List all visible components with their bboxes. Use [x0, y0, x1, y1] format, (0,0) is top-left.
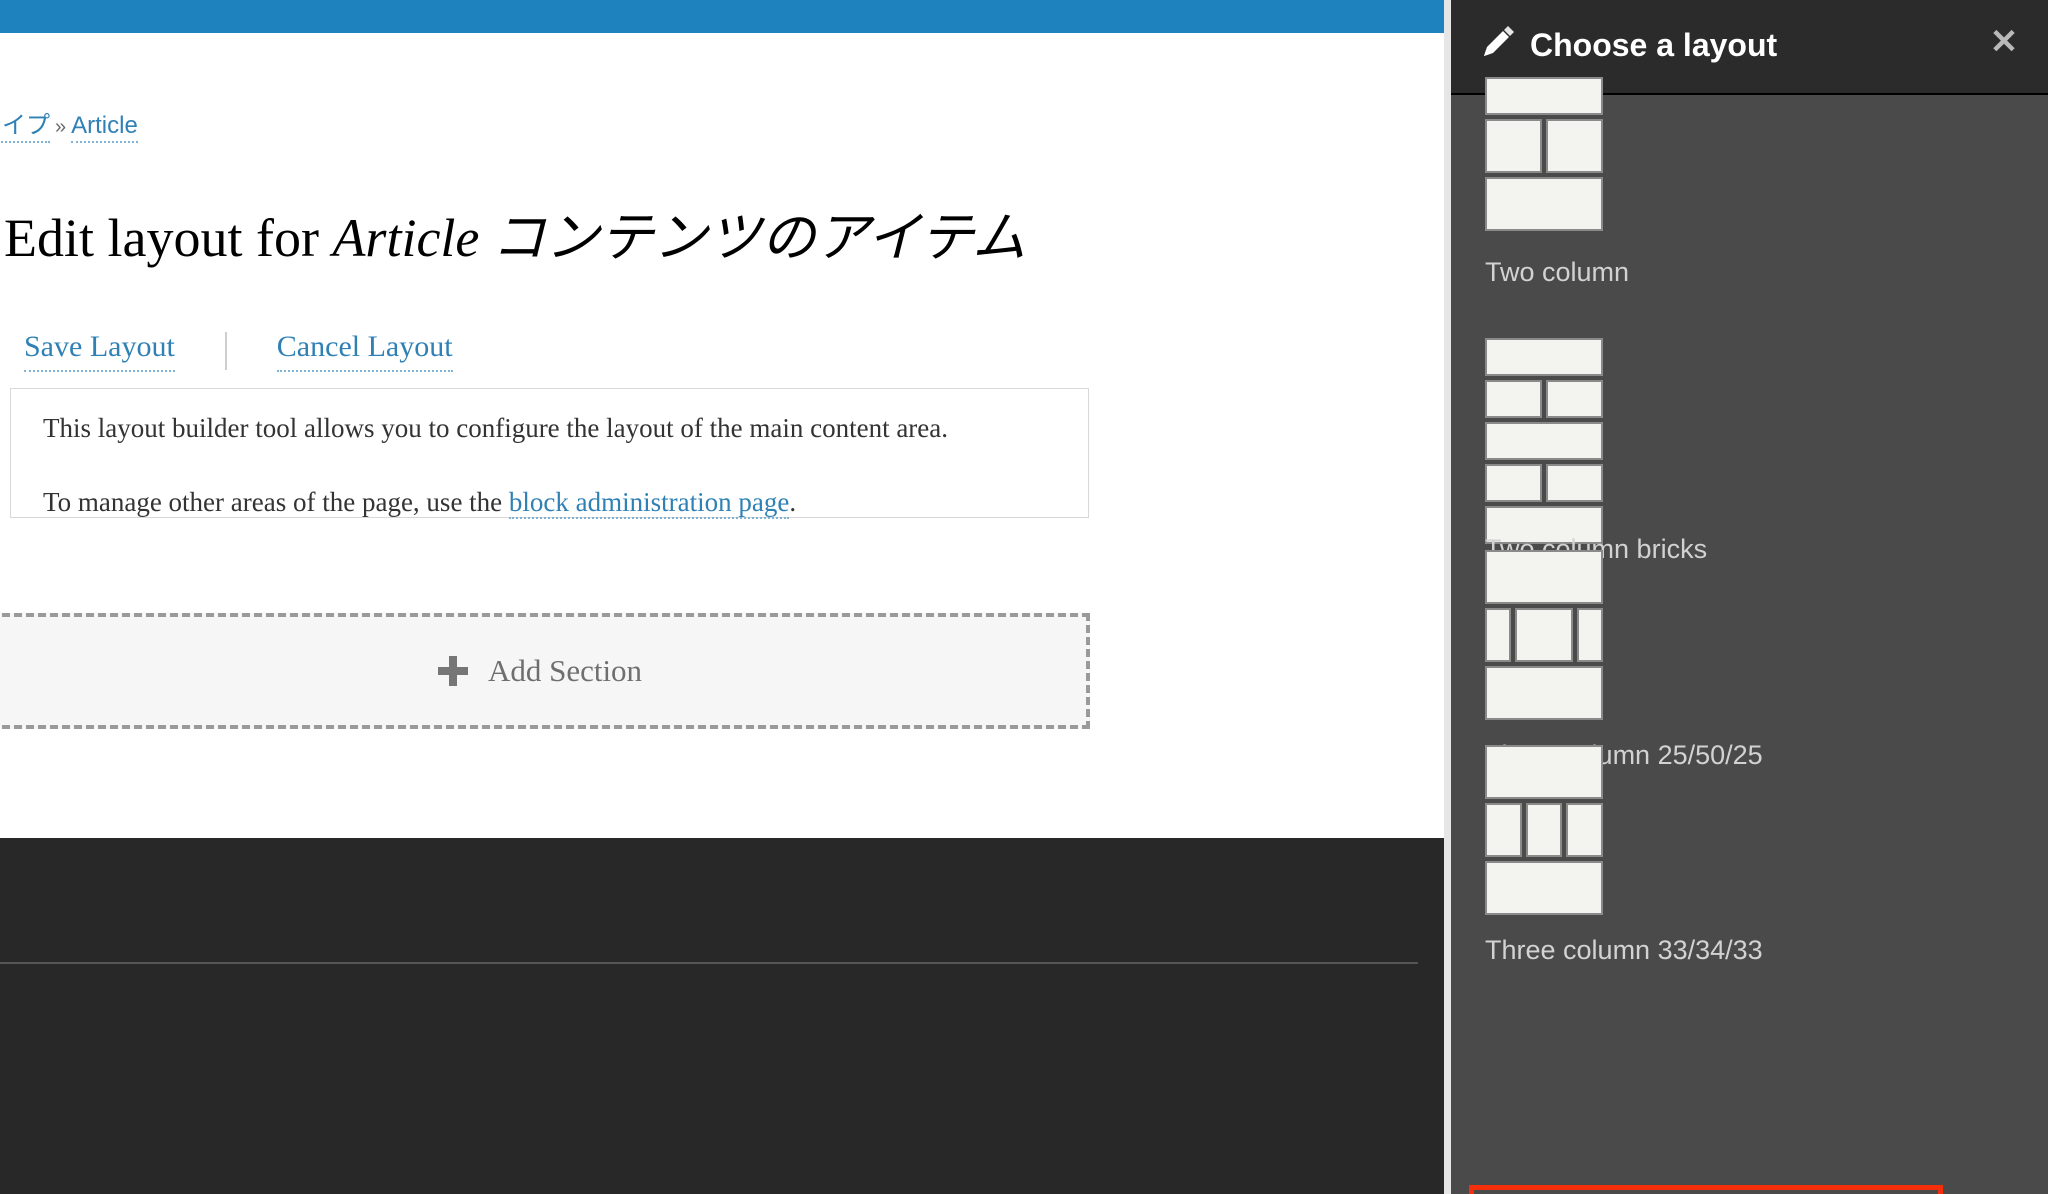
- thumb-cell: [1485, 803, 1522, 857]
- help-line-2: To manage other areas of the page, use t…: [43, 487, 797, 519]
- help-line-2-after: .: [789, 487, 797, 517]
- breadcrumb: タイプ»Article: [0, 105, 138, 143]
- thumb-cell: [1485, 380, 1542, 418]
- help-message-box: This layout builder tool allows you to c…: [10, 388, 1089, 519]
- thumb-row: [1485, 422, 1603, 460]
- admin-toolbar-bar[interactable]: [0, 0, 1444, 33]
- layout-option-three-column-33-34-33[interactable]: Three column 33/34/33: [1451, 745, 2048, 965]
- thumb-cell: [1485, 338, 1603, 376]
- layout-option-three-column-25-50-25[interactable]: Three column 25/50/25: [1451, 550, 2048, 770]
- page-content: タイプ»Article Edit layout for Articleコンテンツ…: [0, 33, 1444, 838]
- thumb-cell: [1566, 803, 1603, 857]
- three-column-25-50-25-thumbnail: [1485, 550, 1603, 724]
- page-title-suffix-jp: コンテンツのアイテム: [491, 208, 1026, 268]
- page-footer-region: [0, 838, 1444, 1194]
- thumb-cell: [1485, 745, 1603, 799]
- thumb-cell: [1485, 608, 1511, 662]
- thumb-row: [1485, 464, 1603, 502]
- thumb-cell: [1525, 803, 1563, 857]
- thumb-cell: [1546, 464, 1603, 502]
- thumb-cell: [1515, 608, 1573, 662]
- layout-option-sidebar[interactable]: Sidebar: [1469, 1185, 1943, 1194]
- action-divider: [224, 332, 227, 370]
- thumb-cell: [1546, 380, 1603, 418]
- thumb-cell: [1546, 119, 1603, 173]
- breadcrumb-separator: »: [55, 116, 67, 138]
- thumb-row: [1485, 77, 1603, 115]
- layout-option-two-column[interactable]: Two column: [1451, 77, 2048, 287]
- thumb-row: [1485, 380, 1603, 418]
- thumb-row: [1485, 803, 1603, 857]
- cancel-layout-link[interactable]: Cancel Layout: [276, 330, 453, 372]
- page-title: Edit layout for Article コンテンツのアイテム: [4, 208, 1026, 268]
- thumb-cell: [1577, 608, 1603, 662]
- thumb-cell: [1485, 550, 1603, 604]
- thumb-cell: [1485, 861, 1603, 915]
- layout-option-two-column-bricks[interactable]: Two column bricks: [1451, 338, 2048, 568]
- help-line-1: This layout builder tool allows you to c…: [43, 413, 949, 443]
- thumb-cell: [1485, 422, 1603, 460]
- page-scrollbar[interactable]: [1444, 0, 1451, 1194]
- add-section-label: Add Section: [487, 653, 643, 688]
- pencil-icon: [1484, 26, 1514, 56]
- footer-divider: [0, 962, 1418, 964]
- thumb-row: [1485, 745, 1603, 799]
- thumb-cell: [1485, 464, 1542, 502]
- thumb-row: [1485, 608, 1603, 662]
- close-icon[interactable]: ✕: [1984, 20, 2024, 64]
- page-title-prefix: Edit layout for: [4, 208, 319, 268]
- layout-option-label: Three column 33/34/33: [1485, 935, 1763, 965]
- thumb-row: [1485, 119, 1603, 173]
- thumb-row: [1485, 177, 1603, 231]
- page-title-entity: Article: [332, 208, 480, 268]
- thumb-row: [1485, 550, 1603, 604]
- three-column-33-34-33-thumbnail: [1485, 745, 1603, 919]
- add-section-button[interactable]: Add Section: [0, 613, 1090, 729]
- thumb-cell: [1485, 666, 1603, 720]
- thumb-cell: [1485, 77, 1603, 115]
- save-layout-link[interactable]: Save Layout: [24, 330, 175, 372]
- layout-options-list: Two column Two column bricks Three colum…: [1451, 77, 2048, 1194]
- layout-action-links: Save Layout Cancel Layout: [24, 330, 453, 372]
- thumb-row: [1485, 666, 1603, 720]
- plus-icon: [437, 656, 468, 686]
- breadcrumb-item-content-type[interactable]: タイプ: [0, 112, 50, 143]
- page-area: タイプ»Article Edit layout for Articleコンテンツ…: [0, 0, 1444, 1194]
- layout-option-label: Two column: [1485, 257, 1630, 287]
- thumb-row: [1485, 861, 1603, 915]
- help-line-2-before: To manage other areas of the page, use t…: [43, 487, 509, 517]
- dialog-title: Choose a layout: [1530, 27, 1778, 63]
- two-column-thumbnail: [1485, 77, 1603, 235]
- breadcrumb-item-article[interactable]: Article: [71, 112, 138, 143]
- block-administration-page-link[interactable]: block administration page: [508, 487, 790, 519]
- choose-layout-dialog: Choose a layout ✕ Two column Two column …: [1451, 0, 2048, 1194]
- thumb-cell: [1485, 177, 1603, 231]
- thumb-row: [1485, 338, 1603, 376]
- two-column-bricks-thumbnail: [1485, 338, 1603, 548]
- thumb-cell: [1485, 119, 1542, 173]
